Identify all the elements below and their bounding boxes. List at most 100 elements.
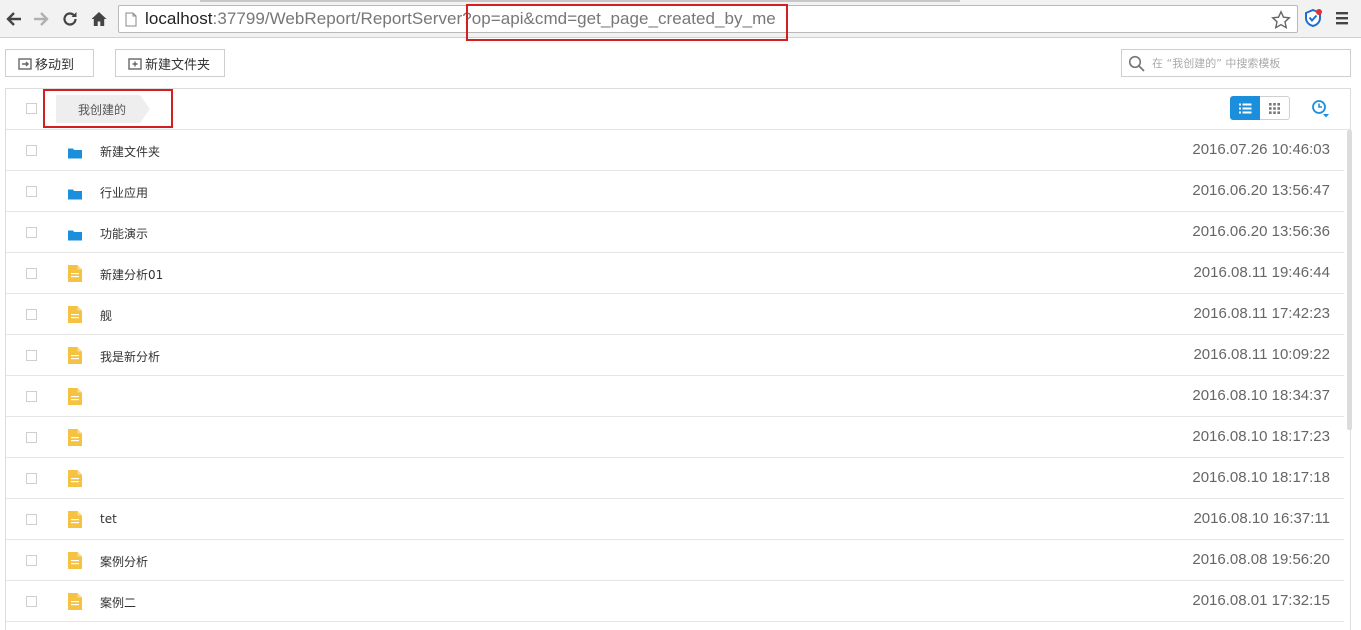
new-folder-icon bbox=[128, 57, 142, 70]
list-item[interactable]: 舰 2016.08.11 17:42:23 bbox=[6, 294, 1344, 335]
item-name[interactable]: 案例分析 bbox=[100, 553, 148, 570]
list-item[interactable]: 案例分析 2016.08.08 19:56:20 bbox=[6, 540, 1344, 581]
item-name[interactable]: 行业应用 bbox=[100, 184, 148, 201]
file-icon bbox=[68, 388, 82, 409]
list-item[interactable]: 行业应用 2016.06.20 13:56:47 bbox=[6, 171, 1344, 212]
item-name[interactable]: 案例二 bbox=[100, 594, 136, 611]
search-icon bbox=[1128, 55, 1145, 72]
list-item[interactable]: 新建文件夹 2016.07.26 10:46:03 bbox=[6, 130, 1344, 171]
row-checkbox[interactable] bbox=[26, 596, 37, 607]
file-icon bbox=[68, 429, 82, 450]
move-to-label: 移动到 bbox=[35, 57, 75, 73]
list-item[interactable]: 我是新分析 2016.08.11 10:09:22 bbox=[6, 335, 1344, 376]
file-icon bbox=[68, 429, 82, 446]
row-checkbox[interactable] bbox=[26, 145, 37, 156]
search-input[interactable] bbox=[1152, 53, 1342, 73]
folder-icon bbox=[68, 226, 82, 245]
home-button[interactable] bbox=[88, 8, 110, 30]
browser-menu-icon[interactable] bbox=[1335, 10, 1349, 26]
list-item[interactable]: 案例二 2016.08.01 17:32:15 bbox=[6, 581, 1344, 622]
row-checkbox[interactable] bbox=[26, 391, 37, 402]
report-list-panel: 我创建的 新建文件夹 2016.07.26 10:46:03 行业应用 2016… bbox=[5, 88, 1352, 630]
list-scrollbar[interactable] bbox=[1347, 130, 1352, 430]
forward-button[interactable] bbox=[30, 8, 52, 30]
row-checkbox[interactable] bbox=[26, 186, 37, 197]
file-icon bbox=[68, 388, 82, 405]
row-checkbox[interactable] bbox=[26, 432, 37, 443]
item-name[interactable]: tet bbox=[100, 512, 117, 526]
url-host: localhost bbox=[145, 9, 213, 28]
item-name[interactable]: 新建分析01 bbox=[100, 266, 163, 283]
folder-icon bbox=[68, 148, 82, 159]
address-bar[interactable]: localhost:37799/WebReport/ReportServer?o… bbox=[118, 5, 1298, 33]
item-name[interactable]: 我是新分析 bbox=[100, 348, 160, 365]
file-icon bbox=[68, 552, 82, 569]
item-modified-time: 2016.08.11 10:09:22 bbox=[1193, 346, 1330, 363]
back-arrow-icon bbox=[6, 12, 21, 26]
list-item[interactable]: 功能演示 2016.06.20 13:56:36 bbox=[6, 212, 1344, 253]
list-item[interactable]: 2016.08.10 18:17:18 bbox=[6, 458, 1344, 499]
back-button[interactable] bbox=[3, 8, 25, 30]
item-modified-time: 2016.08.10 16:37:11 bbox=[1193, 510, 1330, 527]
folder-icon bbox=[68, 230, 82, 241]
item-modified-time: 2016.08.10 18:17:18 bbox=[1192, 469, 1330, 486]
row-checkbox[interactable] bbox=[26, 309, 37, 320]
url-text[interactable]: localhost:37799/WebReport/ReportServer?o… bbox=[145, 9, 776, 29]
folder-icon bbox=[68, 185, 82, 204]
list-view-icon bbox=[1238, 103, 1251, 113]
item-modified-time: 2016.08.10 18:34:37 bbox=[1192, 387, 1330, 404]
list-item[interactable]: tet 2016.08.10 16:37:11 bbox=[6, 499, 1344, 540]
row-checkbox[interactable] bbox=[26, 555, 37, 566]
item-name[interactable]: 功能演示 bbox=[100, 225, 148, 242]
move-to-button[interactable]: 移动到 bbox=[5, 49, 94, 77]
reload-icon bbox=[63, 12, 77, 26]
file-icon bbox=[68, 347, 82, 364]
move-to-icon bbox=[18, 57, 32, 70]
item-modified-time: 2016.06.20 13:56:47 bbox=[1192, 182, 1330, 199]
grid-view-button[interactable] bbox=[1260, 96, 1290, 120]
grid-view-icon bbox=[1269, 102, 1280, 114]
new-folder-label: 新建文件夹 bbox=[145, 57, 211, 73]
file-icon bbox=[68, 470, 82, 487]
browser-toolbar: localhost:37799/WebReport/ReportServer?o… bbox=[0, 0, 1361, 41]
file-icon bbox=[68, 511, 82, 528]
list-item[interactable]: 2016.08.10 18:17:23 bbox=[6, 417, 1344, 458]
file-icon bbox=[68, 306, 82, 323]
row-checkbox[interactable] bbox=[26, 350, 37, 361]
item-modified-time: 2016.07.26 10:46:03 bbox=[1192, 141, 1330, 158]
forward-arrow-icon bbox=[34, 12, 49, 26]
page-icon bbox=[125, 12, 137, 27]
sort-by-time-icon[interactable] bbox=[1311, 99, 1329, 119]
list-view-button[interactable] bbox=[1230, 96, 1260, 120]
bookmark-star-icon[interactable] bbox=[1271, 10, 1291, 30]
row-checkbox[interactable] bbox=[26, 268, 37, 279]
url-path: :37799/WebReport/ReportServer?op=api&cmd… bbox=[212, 9, 776, 28]
list-header: 我创建的 bbox=[6, 89, 1350, 130]
view-toggle bbox=[1230, 96, 1290, 120]
row-checkbox[interactable] bbox=[26, 227, 37, 238]
file-icon bbox=[68, 306, 82, 327]
row-checkbox[interactable] bbox=[26, 514, 37, 525]
item-modified-time: 2016.08.10 18:17:23 bbox=[1192, 428, 1330, 445]
item-name[interactable]: 新建文件夹 bbox=[100, 143, 160, 160]
file-icon bbox=[68, 265, 82, 286]
file-icon bbox=[68, 470, 82, 491]
item-modified-time: 2016.08.11 17:42:23 bbox=[1193, 305, 1330, 322]
new-folder-button[interactable]: 新建文件夹 bbox=[115, 49, 225, 77]
item-name[interactable]: 舰 bbox=[100, 307, 112, 324]
item-list: 新建文件夹 2016.07.26 10:46:03 行业应用 2016.06.20 1… bbox=[6, 130, 1344, 622]
item-modified-time: 2016.08.11 19:46:44 bbox=[1193, 264, 1330, 281]
file-icon bbox=[68, 593, 82, 614]
list-item[interactable]: 新建分析01 2016.08.11 19:46:44 bbox=[6, 253, 1344, 294]
list-item[interactable]: 2016.08.10 18:34:37 bbox=[6, 376, 1344, 417]
home-icon bbox=[91, 12, 107, 26]
search-box[interactable] bbox=[1121, 49, 1351, 77]
file-icon bbox=[68, 511, 82, 532]
extension-shield-icon[interactable] bbox=[1303, 8, 1323, 28]
reload-button[interactable] bbox=[59, 8, 81, 30]
file-icon bbox=[68, 593, 82, 610]
item-modified-time: 2016.06.20 13:56:36 bbox=[1192, 223, 1330, 240]
row-checkbox[interactable] bbox=[26, 473, 37, 484]
select-all-checkbox[interactable] bbox=[26, 103, 37, 114]
file-icon bbox=[68, 265, 82, 282]
